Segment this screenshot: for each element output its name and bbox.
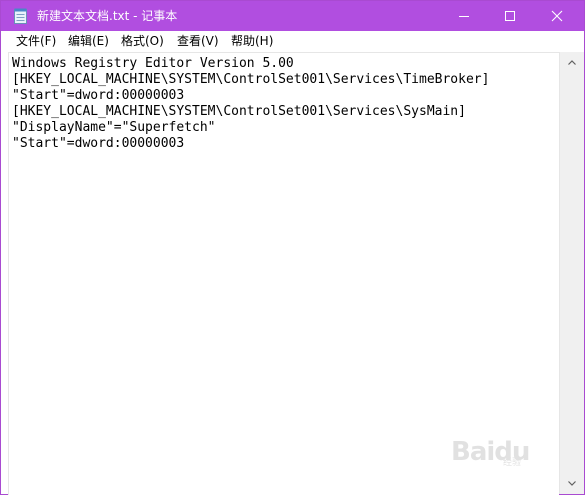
scroll-down-button[interactable] [560, 475, 584, 492]
menu-file[interactable]: 文件(F) [16, 34, 56, 48]
scroll-down-arrow-icon [568, 481, 576, 486]
maximize-icon [505, 11, 515, 21]
editor-line: Windows Registry Editor Version 5.00 [12, 56, 294, 71]
menu-bar: 文件(F) 编辑(E) 格式(O) 查看(V) 帮助(H) [1, 31, 584, 51]
vertical-scrollbar[interactable] [559, 52, 584, 494]
menu-edit[interactable]: 编辑(E) [68, 34, 109, 48]
close-button[interactable] [534, 1, 580, 31]
editor-line: [HKEY_LOCAL_MACHINE\SYSTEM\ControlSet001… [12, 104, 466, 119]
editor-line: "Start"=dword:00000003 [12, 88, 185, 103]
baidu-watermark: Baidu 经验 [451, 429, 556, 474]
notepad-window: 新建文本文档.txt - 记事本 文件(F) 编辑(E) 格式(O) 查看(V)… [0, 0, 585, 495]
minimize-button[interactable] [441, 1, 487, 31]
window-title: 新建文本文档.txt - 记事本 [37, 9, 178, 23]
scroll-up-button[interactable] [560, 54, 584, 71]
notepad-icon [14, 8, 27, 24]
close-icon [551, 10, 563, 22]
minimize-icon [459, 16, 469, 17]
title-bar[interactable]: 新建文本文档.txt - 记事本 [1, 1, 584, 31]
maximize-button[interactable] [487, 1, 533, 31]
menu-help[interactable]: 帮助(H) [231, 34, 273, 48]
editor-line: "DisplayName"="Superfetch" [12, 120, 216, 135]
watermark-subtext: 经验 [503, 458, 522, 468]
menu-view[interactable]: 查看(V) [177, 34, 219, 48]
editor-line: "Start"=dword:00000003 [12, 136, 185, 151]
menu-format[interactable]: 格式(O) [121, 34, 164, 48]
editor-line: [HKEY_LOCAL_MACHINE\SYSTEM\ControlSet001… [12, 72, 490, 87]
scroll-up-arrow-icon [568, 60, 576, 65]
